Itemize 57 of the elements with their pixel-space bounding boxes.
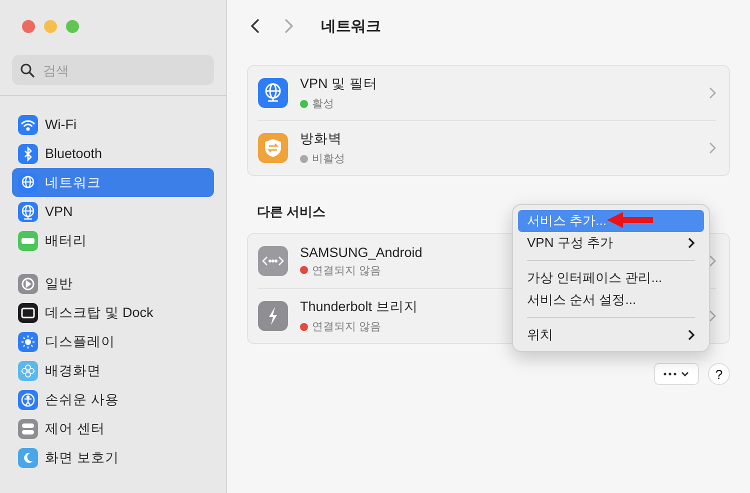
search-input[interactable]: 검색 <box>41 62 206 78</box>
search-icon <box>20 62 35 78</box>
service-name: VPN 및 필터 <box>300 75 378 93</box>
sidebar-item[interactable]: 배터리 <box>12 226 214 255</box>
menu-item[interactable]: 서비스 순서 설정... <box>518 289 704 311</box>
more-menu-button[interactable] <box>654 363 699 385</box>
sidebar-item[interactable]: 네트워크 <box>12 168 214 197</box>
pointer-arrow-icon <box>607 212 653 228</box>
chevron-icon <box>708 255 716 267</box>
moon-icon <box>18 448 38 468</box>
sidebar-item[interactable]: 배경화면 <box>12 356 214 385</box>
sidebar-item[interactable]: 화면 보호기 <box>12 443 214 472</box>
wifi-icon <box>18 114 38 134</box>
help-button[interactable]: ? <box>708 363 730 385</box>
dock-icon <box>18 302 38 322</box>
back-icon[interactable] <box>249 18 261 34</box>
dots-icon <box>258 246 288 276</box>
status-text: 비활성 <box>312 152 345 166</box>
sidebar-item[interactable]: Bluetooth <box>12 139 214 168</box>
minimize-button[interactable] <box>44 20 57 33</box>
battery-icon <box>18 230 38 250</box>
sidebar-item[interactable]: 제어 센터 <box>12 414 214 443</box>
bluetooth-icon <box>18 144 38 164</box>
vpn-icon <box>18 202 38 222</box>
page-title: 네트워크 <box>321 16 381 36</box>
service-name: 방화벽 <box>300 130 342 148</box>
sidebar-item[interactable]: 디스플레이 <box>12 327 214 356</box>
chevron-icon <box>708 87 716 99</box>
sidebar-item[interactable]: Wi-Fi <box>12 110 214 139</box>
status-text: 활성 <box>312 97 334 111</box>
status-text: 연결되지 않음 <box>312 264 382 278</box>
sidebar-item[interactable]: VPN <box>12 197 214 226</box>
service-name: SAMSUNG_Android <box>300 244 422 260</box>
chevron-icon <box>708 310 716 322</box>
close-button[interactable] <box>22 20 35 33</box>
shield-icon <box>258 133 288 163</box>
chevron-icon <box>708 142 716 154</box>
ellipsis-caret-icon <box>662 369 692 379</box>
globe-icon <box>18 172 38 192</box>
globe-icon <box>258 78 288 108</box>
menu-item[interactable]: VPN 구성 추가 <box>518 232 704 254</box>
zoom-button[interactable] <box>66 20 79 33</box>
search-field[interactable]: 검색 <box>12 55 214 85</box>
toggles-icon <box>18 418 38 438</box>
menu-item[interactable]: 가상 인터페이스 관리... <box>518 267 704 289</box>
status-text: 연결되지 않음 <box>312 320 382 334</box>
sidebar-item[interactable]: 일반 <box>12 269 214 298</box>
bolt-icon <box>258 301 288 331</box>
sun-icon <box>18 332 38 352</box>
menu-item[interactable]: 위치 <box>518 324 704 346</box>
sidebar-item[interactable]: 손쉬운 사용 <box>12 385 214 414</box>
sidebar-item[interactable]: 데스크탑 및 Dock <box>12 298 214 327</box>
service-name: Thunderbolt 브리지 <box>300 298 418 316</box>
section-heading: 다른 서비스 <box>257 203 326 221</box>
person-icon <box>18 390 38 410</box>
flower-icon <box>18 360 38 380</box>
forward-icon[interactable] <box>283 18 295 34</box>
